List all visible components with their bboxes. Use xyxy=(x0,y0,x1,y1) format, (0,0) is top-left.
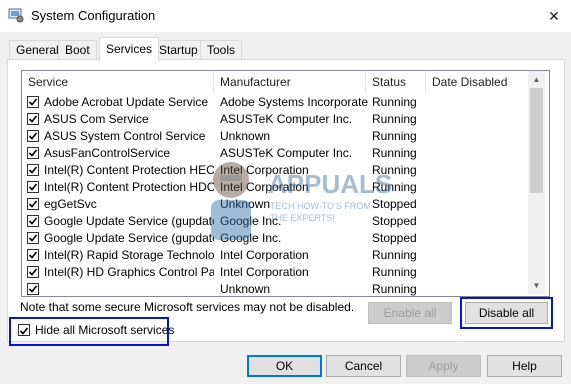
service-name: egGetSvc xyxy=(44,197,97,211)
tab-startup[interactable]: Startup xyxy=(152,40,205,60)
tab-boot[interactable]: Boot xyxy=(58,40,97,60)
service-name: ASUS Com Service xyxy=(44,112,149,126)
table-row[interactable]: Adobe Acrobat Update Service Adobe System… xyxy=(22,94,531,111)
watermark-brand: APPUALS xyxy=(268,169,392,199)
table-row[interactable]: ASUS Com Service ASUSTeK Computer Inc. Run… xyxy=(22,111,531,128)
service-name xyxy=(44,281,214,296)
hide-ms-label[interactable]: Hide all Microsoft services xyxy=(35,323,174,337)
service-checkbox[interactable] xyxy=(27,130,39,142)
service-checkbox[interactable] xyxy=(27,198,39,210)
service-date-disabled xyxy=(432,281,527,296)
service-date-disabled xyxy=(432,179,527,196)
service-checkbox[interactable] xyxy=(27,266,39,278)
service-date-disabled xyxy=(432,213,527,230)
service-name: AsusFanControlService xyxy=(44,146,171,160)
service-status: Running xyxy=(372,112,417,126)
service-status: Running xyxy=(372,282,417,296)
service-manufacturer: ASUSTeK Computer Inc. xyxy=(220,112,353,126)
service-checkbox[interactable] xyxy=(27,164,39,176)
service-status: Running xyxy=(372,129,417,143)
service-manufacturer: Intel Corporation xyxy=(220,265,309,279)
help-button[interactable]: Help xyxy=(487,355,562,377)
service-date-disabled xyxy=(432,128,527,145)
service-checkbox[interactable] xyxy=(27,283,39,295)
service-status: Running xyxy=(372,95,417,109)
service-checkbox[interactable] xyxy=(27,232,39,244)
table-row[interactable]: ASUS System Control Service Unknown Runnin… xyxy=(22,128,531,145)
column-header-manufacturer[interactable]: Manufacturer xyxy=(214,71,366,93)
scroll-down-icon[interactable]: ▼ xyxy=(528,277,545,294)
service-manufacturer: Unknown xyxy=(220,282,271,296)
scroll-thumb[interactable] xyxy=(530,88,543,193)
service-name: Intel(R) Content Protection HEC... xyxy=(44,163,214,177)
service-manufacturer: Adobe Systems Incorporated xyxy=(220,95,368,109)
column-header-service[interactable]: Service xyxy=(22,71,214,93)
system-config-icon xyxy=(8,7,24,23)
check-icon xyxy=(28,217,38,225)
service-date-disabled xyxy=(432,162,527,179)
check-icon xyxy=(28,234,38,242)
service-date-disabled xyxy=(432,111,527,128)
service-date-disabled xyxy=(432,247,527,264)
service-status: Running xyxy=(372,265,417,279)
service-name: Adobe Acrobat Update Service xyxy=(44,95,209,109)
service-checkbox[interactable] xyxy=(27,113,39,125)
window-title: System Configuration xyxy=(31,8,156,23)
watermark-tagline-1: TECH HOW-TO'S FROM xyxy=(270,201,371,211)
close-icon[interactable]: ✕ xyxy=(543,5,565,27)
service-checkbox[interactable] xyxy=(27,249,39,261)
service-date-disabled xyxy=(432,145,527,162)
service-name: ASUS System Control Service xyxy=(44,129,206,143)
watermark-tagline-2: THE EXPERTS! xyxy=(270,213,335,223)
check-icon xyxy=(28,149,38,157)
service-date-disabled xyxy=(432,264,527,281)
disable-all-button[interactable]: Disable all xyxy=(465,302,548,324)
service-checkbox[interactable] xyxy=(27,147,39,159)
service-name: Intel(R) Rapid Storage Technology xyxy=(44,248,214,262)
cancel-button[interactable]: Cancel xyxy=(326,355,401,377)
service-date-disabled xyxy=(432,196,527,213)
check-icon xyxy=(28,251,38,259)
table-row[interactable]: Intel(R) HD Graphics Control Pa... Intel … xyxy=(22,264,531,281)
check-icon xyxy=(28,183,38,191)
enable-all-button[interactable]: Enable all xyxy=(368,302,452,324)
check-icon xyxy=(28,98,38,106)
ok-button[interactable]: OK xyxy=(247,355,322,377)
tab-services[interactable]: Services xyxy=(99,37,160,61)
service-name: Google Update Service (gupdatem) xyxy=(44,231,214,245)
appuals-watermark: APPUALS TECH HOW-TO'S FROM THE EXPERTS! xyxy=(196,155,406,250)
check-icon xyxy=(28,200,38,208)
scroll-up-icon[interactable]: ▲ xyxy=(528,71,545,88)
service-name: Intel(R) Content Protection HDC... xyxy=(44,180,214,194)
check-icon xyxy=(28,115,38,123)
service-date-disabled xyxy=(432,94,527,111)
check-icon xyxy=(28,268,38,276)
check-icon xyxy=(28,285,38,293)
service-checkbox[interactable] xyxy=(27,215,39,227)
secure-services-note: Note that some secure Microsoft services… xyxy=(20,300,355,314)
vertical-scrollbar[interactable]: ▲ ▼ xyxy=(528,71,545,294)
check-icon xyxy=(19,327,29,335)
apply-button[interactable]: Apply xyxy=(406,355,481,377)
column-header-status[interactable]: Status xyxy=(366,71,426,93)
tab-tools[interactable]: Tools xyxy=(200,40,243,60)
check-icon xyxy=(28,166,38,174)
check-icon xyxy=(28,132,38,140)
service-checkbox[interactable] xyxy=(27,181,39,193)
service-name: Google Update Service (gupdate) xyxy=(44,214,214,228)
column-header-date-disabled[interactable]: Date Disabled xyxy=(426,71,531,93)
service-manufacturer: Unknown xyxy=(220,129,271,143)
service-checkbox[interactable] xyxy=(27,96,39,108)
hide-ms-checkbox[interactable] xyxy=(18,324,30,336)
table-row[interactable]: Unknown Running xyxy=(22,281,531,296)
service-name: Intel(R) HD Graphics Control Pa... xyxy=(44,265,214,279)
service-date-disabled xyxy=(432,230,527,247)
